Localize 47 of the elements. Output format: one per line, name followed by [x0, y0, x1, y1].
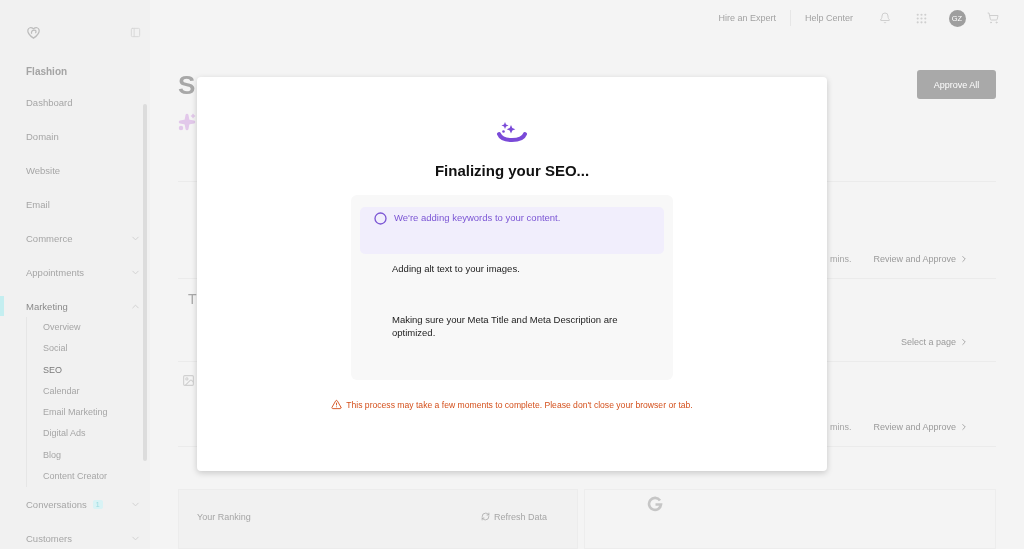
duration-text: mins.	[829, 422, 852, 432]
apps-grid-icon[interactable]	[914, 11, 928, 25]
chevron-right-icon	[959, 337, 969, 347]
notifications-icon[interactable]	[879, 12, 891, 24]
nav-subitem[interactable]: Calendar	[43, 380, 150, 403]
warning-text: This process may take a few moments to complete. Please don't close your browser or tab.	[346, 399, 693, 410]
page-title: S	[178, 71, 196, 99]
nav-item[interactable]: Email	[26, 187, 150, 221]
row-heading: T	[188, 291, 197, 307]
google-logo-icon	[647, 496, 663, 512]
nav-item[interactable]: Customers	[26, 521, 150, 549]
spinner-icon	[374, 212, 387, 225]
cart-icon[interactable]	[987, 12, 999, 24]
chevron-right-icon	[959, 254, 969, 264]
sparkles-icon	[178, 113, 196, 131]
refresh-icon	[480, 512, 490, 521]
row-action-link[interactable]: Review and Approve	[873, 254, 969, 264]
collapse-sidebar-icon[interactable]	[130, 26, 141, 38]
progress-step: Adding alt text to your images.	[360, 254, 664, 305]
header-link[interactable]: Hire an Expert	[704, 13, 790, 23]
nav-item[interactable]: Website	[26, 153, 150, 187]
card-title: Your Ranking	[197, 512, 251, 524]
image-icon	[182, 374, 195, 387]
site-name: Flashion	[26, 65, 69, 79]
logo-icon[interactable]	[26, 24, 41, 40]
progress-step: Making sure your Meta Title and Meta Description are optimized.	[360, 305, 664, 356]
nav-subitem[interactable]: Digital Ads	[43, 423, 150, 445]
approve-all-button[interactable]: Approve All	[917, 70, 996, 99]
nav-label: Conversations	[26, 498, 87, 510]
chevron-right-icon	[959, 422, 969, 432]
nav-item[interactable]: Domain	[26, 119, 150, 153]
nav-subitem[interactable]: Blog	[43, 444, 150, 467]
nav-item[interactable]: Dashboard	[26, 85, 150, 119]
header-link[interactable]: Help Center	[790, 13, 867, 23]
warning-icon	[331, 399, 343, 410]
nav-item[interactable]: Commerce	[26, 221, 150, 255]
nav-subitem[interactable]: SEO	[43, 359, 150, 381]
progress-step: We're adding keywords to your content.	[360, 207, 664, 254]
nav-subitem[interactable]: Email Marketing	[43, 402, 150, 424]
nav-subitem[interactable]: Social	[43, 338, 150, 360]
dialog-title: Finalizing your SEO...	[434, 162, 590, 179]
nav-item[interactable]: Appointments	[26, 255, 150, 289]
refresh-data-link[interactable]: Refresh Data	[480, 512, 547, 548]
row-action-link[interactable]: Select a page	[900, 337, 969, 347]
row-action-link[interactable]: Review and Approve	[873, 422, 969, 432]
nav-subitem[interactable]: Content Creator	[43, 466, 150, 488]
duration-text: mins.	[829, 254, 852, 264]
